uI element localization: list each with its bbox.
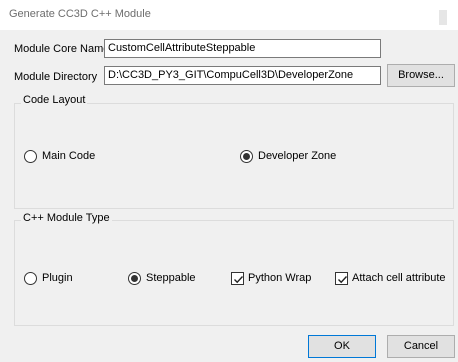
module-core-name-input[interactable]: CustomCellAttributeSteppable: [104, 39, 381, 58]
module-directory-label: Module Directory: [14, 71, 98, 83]
steppable-label[interactable]: Steppable: [146, 272, 196, 284]
browse-button[interactable]: Browse...: [387, 64, 455, 87]
module-core-name-label: Module Core Name: [14, 43, 110, 55]
plugin-label[interactable]: Plugin: [42, 272, 73, 284]
plugin-radio[interactable]: [24, 272, 37, 285]
steppable-radio[interactable]: [128, 272, 141, 285]
python-wrap-checkbox[interactable]: [231, 272, 244, 285]
attach-cell-attribute-checkbox[interactable]: [335, 272, 348, 285]
module-type-group-title: C++ Module Type: [21, 212, 112, 224]
main-code-label[interactable]: Main Code: [42, 150, 95, 162]
title-bar: Generate CC3D C++ Module: [0, 0, 458, 30]
checkmark-icon: [234, 276, 244, 284]
developer-zone-label[interactable]: Developer Zone: [258, 150, 336, 162]
python-wrap-label[interactable]: Python Wrap: [248, 272, 311, 284]
titlebar-button-placeholder: [439, 10, 447, 25]
code-layout-group-title: Code Layout: [21, 94, 88, 106]
window-title: Generate CC3D C++ Module: [9, 8, 151, 20]
checkmark-icon: [338, 276, 348, 284]
cancel-button[interactable]: Cancel: [387, 335, 455, 358]
ok-button[interactable]: OK: [308, 335, 376, 358]
attach-cell-attribute-label[interactable]: Attach cell attribute: [352, 272, 446, 284]
main-code-radio[interactable]: [24, 150, 37, 163]
module-directory-input[interactable]: D:\CC3D_PY3_GIT\CompuCell3D\DeveloperZon…: [104, 66, 381, 85]
developer-zone-radio[interactable]: [240, 150, 253, 163]
